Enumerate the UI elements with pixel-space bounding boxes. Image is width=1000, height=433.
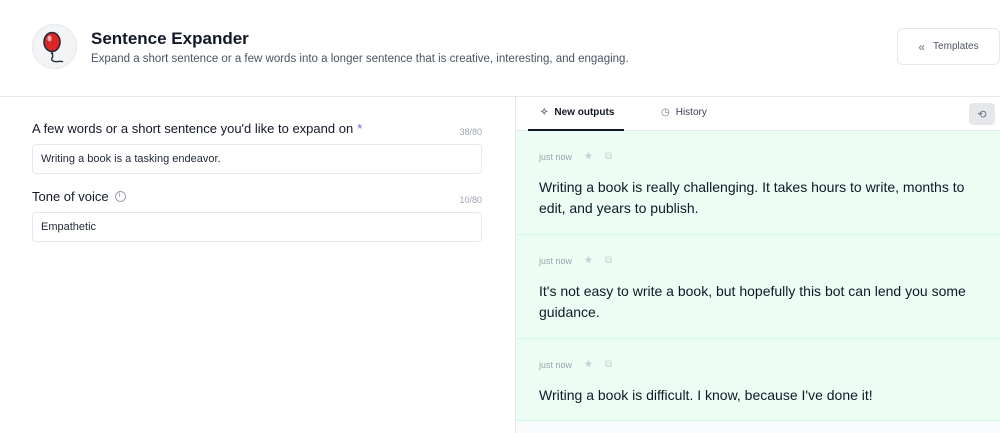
output-item: just now ★ ⧉ It's not easy to write a bo… [516,235,1000,339]
field-label-sentence: A few words or a short sentence you'd li… [32,121,362,136]
output-timestamp: just now [539,359,573,370]
star-icon[interactable]: ★ [584,359,593,370]
output-text: Writing a book is really challenging. It… [539,179,965,216]
char-counter-sentence: 38/80 [459,127,482,137]
output-timestamp: just now [539,151,573,162]
refresh-icon: ⟲ [977,108,987,121]
app-description: Expand a short sentence or a few words i… [91,53,629,65]
tab-new-outputs[interactable]: ✧ New outputs [540,107,614,118]
templates-button-label: Templates [933,41,979,52]
field-label-sentence-text: A few words or a short sentence you'd li… [32,121,354,136]
field-label-tone: Tone of voice [32,189,126,204]
copy-icon[interactable]: ⧉ [605,359,612,370]
tab-history-label: History [675,107,707,118]
double-chevron-left-icon: « [918,39,926,54]
field-label-tone-text: Tone of voice [32,189,109,204]
output-panel: ✧ New outputs ◷ History ⟲ just now ★ ⧉ W… [515,97,1000,433]
tone-input[interactable]: Empathetic [32,212,482,242]
copy-icon[interactable]: ⧉ [605,151,612,162]
clock-icon: ◷ [661,107,670,118]
output-meta: just now ★ ⧉ [539,359,612,370]
tab-bar: ✧ New outputs ◷ History ⟲ [516,97,1000,131]
output-text: It's not easy to write a book, but hopef… [539,283,966,320]
refresh-button[interactable]: ⟲ [969,103,995,125]
info-icon[interactable] [114,190,126,202]
required-mark: * [357,121,363,136]
output-timestamp: just now [539,255,573,266]
char-counter-tone: 10/80 [459,195,482,205]
sentence-input[interactable]: Writing a book is a tasking endeavor. [32,144,482,174]
star-icon[interactable]: ★ [584,255,593,266]
app-header: Sentence Expander Expand a short sentenc… [0,0,1000,97]
sparkle-icon: ✧ [540,107,549,118]
output-item: just now ★ ⧉ Writing a book is difficult… [516,339,1000,421]
tab-history[interactable]: ◷ History [661,107,707,118]
app-logo [32,24,77,69]
output-item: just now ★ ⧉ Writing a book is really ch… [516,131,1000,235]
tab-new-outputs-label: New outputs [554,107,615,118]
star-icon[interactable]: ★ [584,151,593,162]
input-form: A few words or a short sentence you'd li… [32,97,482,433]
balloon-icon [43,31,64,63]
output-meta: just now ★ ⧉ [539,151,612,162]
output-meta: just now ★ ⧉ [539,255,612,266]
templates-button[interactable]: « Templates [897,28,1000,65]
app-title: Sentence Expander [91,29,249,48]
copy-icon[interactable]: ⧉ [605,255,612,266]
output-text: Writing a book is difficult. I know, bec… [539,387,873,403]
